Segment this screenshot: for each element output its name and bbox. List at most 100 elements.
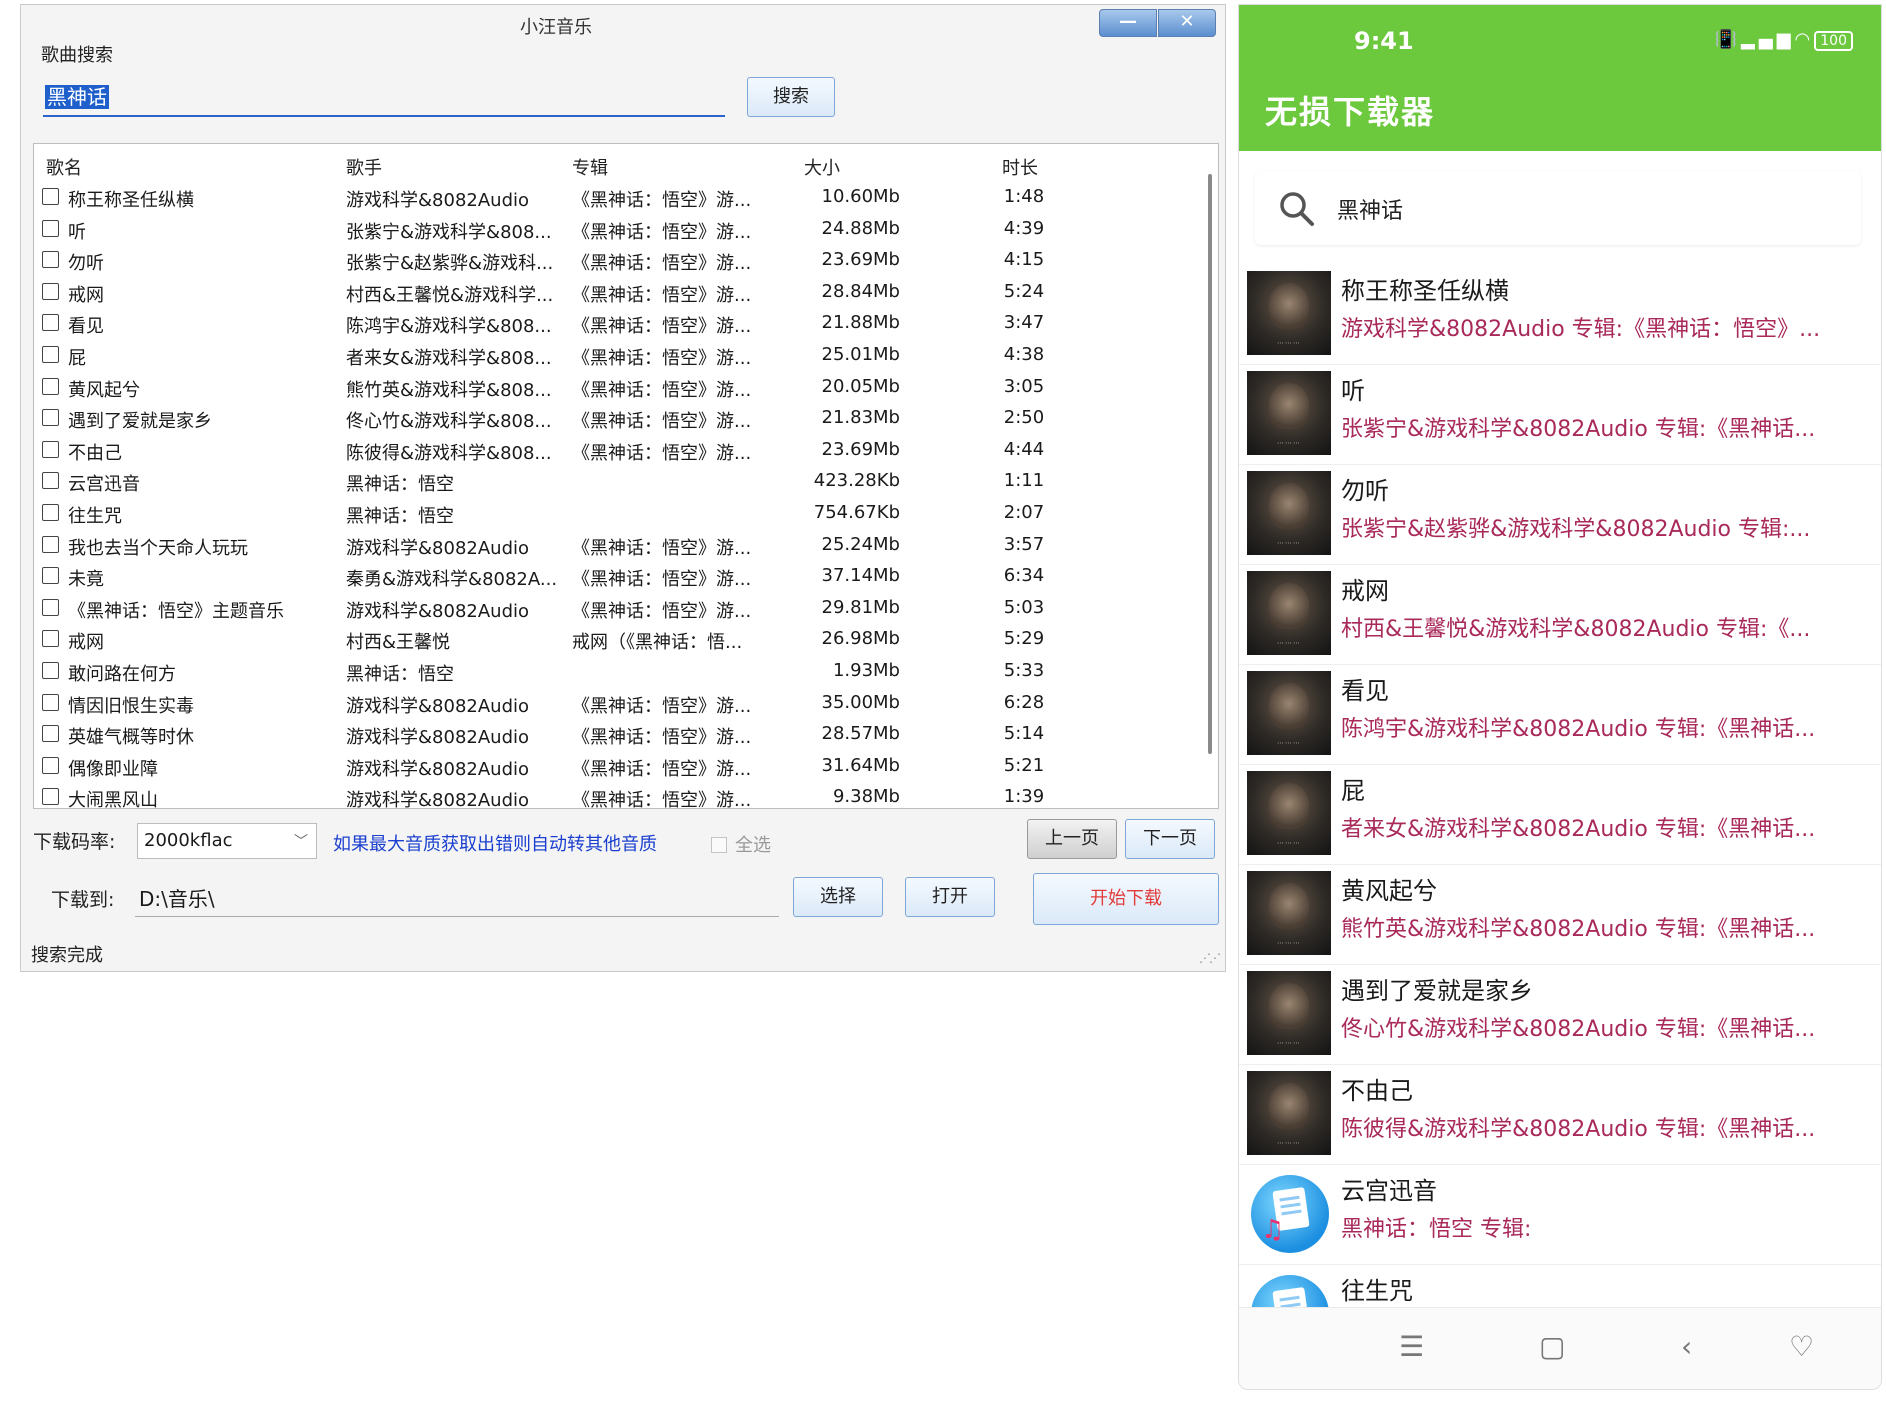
list-item[interactable]: ⋯⋯⋯ 听张紫宁&游戏科学&8082Audio 专辑:《黑神话... [1239, 365, 1881, 465]
table-row[interactable]: 听 张紫宁&游戏科学&808... 《黑神话：悟空》游... 24.88Mb 4:39 [34, 214, 1184, 246]
column-header-name[interactable]: 歌名 [46, 154, 82, 180]
table-row[interactable]: 戒网 村西&王馨悦 戒网（《黑神话：悟... 26.98Mb 5:29 [34, 624, 1184, 656]
item-title: 勿听 [1341, 477, 1389, 505]
back-icon[interactable]: ‹ [1681, 1330, 1692, 1363]
row-checkbox[interactable] [42, 282, 59, 300]
cell-duration: 6:34 [1003, 565, 1045, 587]
row-checkbox[interactable] [42, 503, 59, 521]
start-download-button[interactable]: 开始下载 [1033, 873, 1219, 925]
list-item[interactable]: ♫ 云宫迅音 黑神话：悟空 专辑: [1239, 1165, 1881, 1265]
table-row[interactable]: 我也去当个天命人玩玩 游戏科学&8082Audio 《黑神话：悟空》游... 25.2… [34, 530, 1184, 562]
row-checkbox[interactable] [42, 661, 59, 679]
column-header-size[interactable]: 大小 [804, 154, 840, 180]
search-input-value: 黑神话 [45, 85, 109, 109]
search-input[interactable]: 黑神话 [43, 81, 725, 117]
table-row[interactable]: 英雄气概等时休 游戏科学&8082Audio 《黑神话：悟空》游... 28.57Mb… [34, 719, 1184, 751]
home-square-icon[interactable]: ▢ [1539, 1330, 1565, 1363]
row-checkbox[interactable] [42, 788, 59, 806]
app-title: 无损下载器 [1265, 93, 1436, 131]
menu-icon[interactable]: ☰ [1399, 1330, 1424, 1363]
table-row[interactable]: 偶像即业障 游戏科学&8082Audio 《黑神话：悟空》游... 31.64Mb 5:… [34, 751, 1184, 783]
column-header-duration[interactable]: 时长 [1002, 154, 1038, 180]
table-row[interactable]: 大闹黑风山 游戏科学&8082Audio 《黑神话：悟空》游... 9.38Mb 1:3… [34, 782, 1184, 808]
bitrate-select[interactable]: 2000kflac ﹀ [137, 823, 317, 859]
choose-folder-button[interactable]: 选择 [793, 877, 883, 917]
row-checkbox[interactable] [42, 314, 59, 332]
cell-album: 《黑神话：悟空》游... [572, 253, 752, 275]
table-row[interactable]: 遇到了爱就是家乡 佟心竹&游戏科学&808... 《黑神话：悟空》游... 21.83… [34, 403, 1184, 435]
list-scrollbar[interactable] [1208, 174, 1212, 754]
column-header-album[interactable]: 专辑 [572, 154, 608, 180]
row-checkbox[interactable] [42, 535, 59, 553]
row-checkbox[interactable] [42, 567, 59, 585]
download-path-input[interactable]: D:\音乐\ [135, 881, 779, 917]
row-checkbox[interactable] [42, 693, 59, 711]
prev-page-button[interactable]: 上一页 [1027, 819, 1117, 859]
table-row[interactable]: 敢问路在何方 黑神话：悟空 1.93Mb 5:33 [34, 656, 1184, 688]
table-row[interactable]: 未竟 秦勇&游戏科学&8082A... 《黑神话：悟空》游... 37.14Mb 6:3… [34, 561, 1184, 593]
cell-album: 《黑神话：悟空》游... [572, 695, 752, 717]
row-checkbox[interactable] [42, 440, 59, 458]
cell-size: 25.01Mb [821, 343, 901, 365]
list-item[interactable]: ⋯⋯⋯ 屁者来女&游戏科学&8082Audio 专辑:《黑神话... [1239, 765, 1881, 865]
row-checkbox[interactable] [42, 472, 59, 490]
list-item[interactable]: ⋯⋯⋯ 戒网 村西&王馨悦&游戏科学&8082Audio 专辑:《... [1239, 565, 1881, 665]
assistant-icon[interactable]: ♡ [1789, 1330, 1814, 1363]
row-checkbox[interactable] [42, 251, 59, 269]
table-row[interactable]: 勿听 张紫宁&赵紫骅&游戏科... 《黑神话：悟空》游... 23.69Mb 4:15 [34, 245, 1184, 277]
list-item[interactable]: ⋯⋯⋯ 勿听 张紫宁&赵紫骅&游戏科学&8082Audio 专辑:... [1239, 465, 1881, 565]
row-checkbox[interactable] [42, 345, 59, 363]
album-cover: ⋯⋯⋯ [1247, 1071, 1331, 1155]
table-row[interactable]: 屁 者来女&游戏科学&808... 《黑神话：悟空》游... 25.01Mb 4:38 [34, 340, 1184, 372]
minimize-button[interactable]: — [1099, 9, 1157, 37]
open-folder-button[interactable]: 打开 [905, 877, 995, 917]
row-checkbox[interactable] [42, 377, 59, 395]
row-checkbox[interactable] [42, 756, 59, 774]
cell-artist: 陈彼得&游戏科学&808... [346, 442, 552, 464]
table-row[interactable]: 云宫迅音 黑神话：悟空 423.28Kb 1:11 [34, 466, 1184, 498]
table-row[interactable]: 看见 陈鸿宇&游戏科学&808... 《黑神话：悟空》游... 21.88Mb 3:47 [34, 308, 1184, 340]
list-item[interactable]: ⋯⋯⋯ 看见 陈鸿宇&游戏科学&8082Audio 专辑:《黑神话... [1239, 665, 1881, 765]
column-header-artist[interactable]: 歌手 [346, 154, 382, 180]
cell-album: 《黑神话：悟空》游... [572, 379, 752, 401]
row-checkbox[interactable] [42, 725, 59, 743]
next-page-button[interactable]: 下一页 [1125, 819, 1215, 859]
close-button[interactable]: ✕ [1158, 9, 1216, 37]
table-row[interactable]: 《黑神话：悟空》主题音乐 游戏科学&8082Audio 《黑神话：悟空》游... 29… [34, 593, 1184, 625]
row-checkbox[interactable] [42, 409, 59, 427]
search-button[interactable]: 搜索 [747, 77, 835, 117]
item-subtitle: 陈彼得&游戏科学&8082Audio 专辑:《黑神话... [1341, 1117, 1816, 1142]
list-item[interactable]: ⋯⋯⋯ 称王称圣任纵横 游戏科学&8082Audio 专辑:《黑神话：悟空》... [1239, 265, 1881, 365]
cell-album: 《黑神话：悟空》游... [572, 411, 752, 433]
table-row[interactable]: 情因旧恨生实毒 游戏科学&8082Audio 《黑神话：悟空》游... 35.00Mb… [34, 688, 1184, 720]
row-checkbox[interactable] [42, 219, 59, 237]
item-subtitle: 张紫宁&赵紫骅&游戏科学&8082Audio 专辑:... [1341, 517, 1811, 542]
cell-artist: 佟心竹&游戏科学&808... [346, 411, 552, 433]
mobile-result-list: ⋯⋯⋯ 称王称圣任纵横 游戏科学&8082Audio 专辑:《黑神话：悟空》... ⋯… [1239, 265, 1881, 1315]
mobile-search-bar[interactable]: 黑神话 [1255, 171, 1861, 245]
table-row[interactable]: 戒网 村西&王馨悦&游戏科学... 《黑神话：悟空》游... 28.84Mb 5:24 [34, 277, 1184, 309]
cell-duration: 6:28 [1003, 691, 1045, 713]
row-checkbox[interactable] [42, 598, 59, 616]
table-row[interactable]: 往生咒 黑神话：悟空 754.67Kb 2:07 [34, 498, 1184, 530]
select-all-checkbox[interactable]: 全选 [711, 831, 771, 857]
table-row[interactable]: 称王称圣任纵横 游戏科学&8082Audio 《黑神话：悟空》游... 10.60Mb… [34, 182, 1184, 214]
table-row[interactable]: 不由己 陈彼得&游戏科学&808... 《黑神话：悟空》游... 23.69Mb 4:4… [34, 435, 1184, 467]
item-subtitle: 张紫宁&游戏科学&8082Audio 专辑:《黑神话... [1341, 417, 1816, 442]
row-checkbox[interactable] [42, 188, 59, 205]
table-row[interactable]: 黄风起兮 熊竹英&游戏科学&808... 《黑神话：悟空》游... 20.05Mb 3:… [34, 372, 1184, 404]
list-item[interactable]: ⋯⋯⋯ 不由己 陈彼得&游戏科学&8082Audio 专辑:《黑神话... [1239, 1065, 1881, 1165]
resize-grip-icon[interactable]: ⋰⋰ [1199, 951, 1221, 965]
cell-size: 10.60Mb [821, 186, 901, 207]
list-item[interactable]: ⋯⋯⋯ 遇到了爱就是家乡 佟心竹&游戏科学&8082Audio 专辑:《黑神话... [1239, 965, 1881, 1065]
cell-album: 《黑神话：悟空》游... [572, 221, 752, 243]
search-icon [1280, 192, 1314, 226]
cell-duration: 4:44 [1003, 438, 1045, 460]
list-item[interactable]: ⋯⋯⋯ 黄风起兮 熊竹英&游戏科学&8082Audio 专辑:《黑神话... [1239, 865, 1881, 965]
cell-artist: 黑神话：悟空 [346, 505, 454, 527]
bitrate-label: 下载码率: [33, 831, 116, 853]
android-nav-bar: ☰ ▢ ‹ ♡ [1239, 1307, 1881, 1389]
cell-name: 称王称圣任纵横 [68, 190, 194, 211]
row-checkbox[interactable] [42, 630, 59, 648]
cell-album: 《黑神话：悟空》游... [572, 537, 752, 559]
